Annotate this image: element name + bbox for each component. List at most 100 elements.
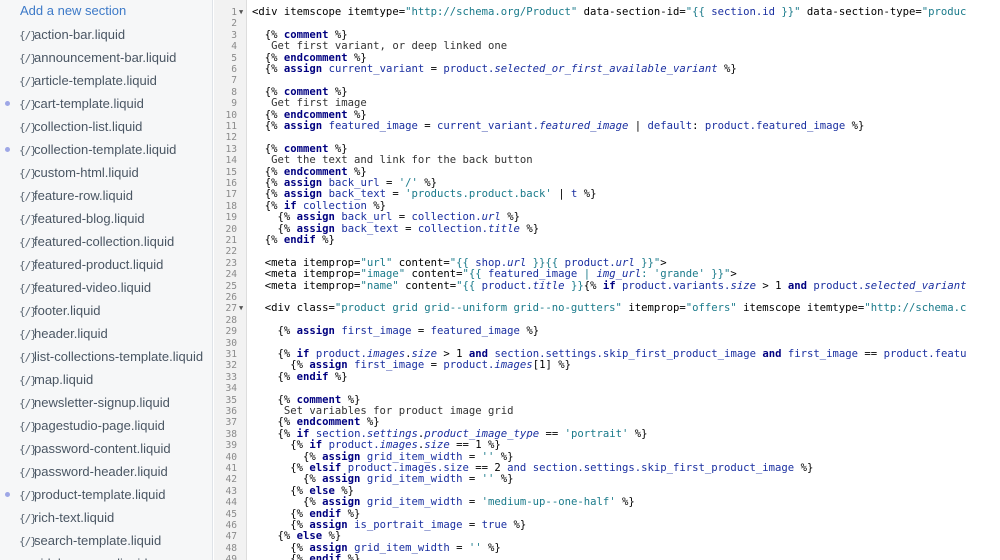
section-file-label: article-template.liquid xyxy=(34,73,157,88)
code-token: {% xyxy=(252,222,297,235)
fold-toggle-icon[interactable]: ▼ xyxy=(239,303,247,314)
fold-toggle-icon[interactable]: ▼ xyxy=(239,7,247,18)
line-number: 12 xyxy=(225,132,237,144)
code-token: : 'grande' }}" xyxy=(641,268,731,281)
code-token: '' xyxy=(468,541,482,554)
code-token: comment xyxy=(283,85,329,98)
code-token: {% xyxy=(252,211,297,224)
liquid-file-icon: {/} xyxy=(19,144,37,157)
line-number: 41 xyxy=(225,463,237,474)
code-token: %} xyxy=(328,85,348,98)
section-file-item[interactable]: {/}article-template.liquid xyxy=(0,69,212,92)
code-token: {% xyxy=(252,199,284,212)
section-file-item[interactable]: {/}cart-template.liquid xyxy=(0,92,212,115)
code-token: [1] %} xyxy=(532,359,571,372)
code-token: %} xyxy=(334,484,355,497)
add-new-section-link[interactable]: Add a new section xyxy=(0,0,212,23)
liquid-file-icon: {/} xyxy=(19,236,37,249)
line-number: 4 xyxy=(231,41,237,53)
code-token: %} xyxy=(366,199,386,212)
code-token: = xyxy=(424,359,444,372)
code-token: size xyxy=(730,279,756,292)
section-file-item[interactable]: {/}collection-list.liquid xyxy=(0,115,212,138)
code-token: | xyxy=(551,188,571,201)
code-token: {% xyxy=(252,234,284,246)
section-file-item[interactable]: {/}featured-blog.liquid xyxy=(0,207,212,230)
code-token: {% xyxy=(252,63,284,75)
code-token: section.id xyxy=(711,6,776,18)
section-file-item[interactable]: {/}featured-product.liquid xyxy=(0,253,212,276)
section-file-item[interactable]: {/}password-header.liquid xyxy=(0,460,212,483)
liquid-file-icon: {/} xyxy=(19,282,37,295)
code-token: default xyxy=(647,120,693,132)
code-token: itemprop= xyxy=(621,302,686,315)
section-file-item[interactable]: {/}password-content.liquid xyxy=(0,437,212,460)
code-token: = xyxy=(385,188,406,201)
code-token: '/' xyxy=(398,177,418,189)
code-token: featured_image xyxy=(430,325,520,338)
section-file-item[interactable]: {/}announcement-bar.liquid xyxy=(0,46,212,69)
section-file-item[interactable]: {/}list-collections-template.liquid xyxy=(0,345,212,368)
section-file-item[interactable]: {/}header.liquid xyxy=(0,322,212,345)
section-file-label: sidebar-menu.liquid xyxy=(34,556,147,560)
code-token: url xyxy=(507,256,527,269)
section-file-item[interactable]: {/}map.liquid xyxy=(0,368,212,391)
section-file-label: featured-product.liquid xyxy=(34,257,164,272)
section-file-item[interactable]: {/}sidebar-menu.liquid xyxy=(0,552,212,560)
section-file-label: feature-row.liquid xyxy=(34,188,133,203)
section-file-item[interactable]: {/}collection-template.liquid xyxy=(0,138,212,161)
code-token: assign xyxy=(309,359,348,372)
line-number: 23 xyxy=(225,257,237,269)
liquid-file-icon: {/} xyxy=(19,29,37,42)
code-token: {% xyxy=(583,279,603,292)
code-token: assign xyxy=(322,473,361,486)
liquid-file-icon: {/} xyxy=(19,397,37,410)
code-token: "{{ xyxy=(462,268,489,281)
code-token: endif xyxy=(309,553,342,560)
section-file-item[interactable]: {/}rich-text.liquid xyxy=(0,506,212,529)
line-number: 29 xyxy=(225,326,237,338)
code-token: featured_image xyxy=(539,120,629,132)
section-file-item[interactable]: {/}feature-row.liquid xyxy=(0,184,212,207)
code-token: endcomment xyxy=(283,51,348,64)
line-number: 2 xyxy=(231,18,237,30)
line-number: 7 xyxy=(231,75,237,87)
section-file-item[interactable]: {/}newsletter-signup.liquid xyxy=(0,391,212,414)
code-token: {% xyxy=(252,541,310,554)
code-token: = xyxy=(462,473,482,486)
section-file-item[interactable]: {/}footer.liquid xyxy=(0,299,212,322)
code-token: = xyxy=(449,541,469,554)
code-token: product.featu xyxy=(883,348,967,360)
section-file-item[interactable]: {/}search-template.liquid xyxy=(0,529,212,552)
liquid-file-icon: {/} xyxy=(19,553,37,560)
code-token: %} xyxy=(507,519,527,531)
section-file-item[interactable]: {/}action-bar.liquid xyxy=(0,23,212,46)
modified-dot-icon xyxy=(5,492,10,497)
code-text: <div class="product grid grid--uniform g… xyxy=(252,302,967,315)
section-file-item[interactable]: {/}pagestudio-page.liquid xyxy=(0,414,212,437)
section-file-item[interactable]: {/}featured-video.liquid xyxy=(0,276,212,299)
code-token: settings xyxy=(366,427,418,440)
code-token: %} xyxy=(341,507,361,520)
code-token: comment xyxy=(283,28,329,41)
section-file-label: newsletter-signup.liquid xyxy=(34,395,170,410)
section-file-label: footer.liquid xyxy=(34,303,101,318)
code-token: 'medium-up--one-half' xyxy=(481,496,616,509)
line-number: 44 xyxy=(225,497,237,509)
code-token: %} xyxy=(360,416,380,429)
code-token: if xyxy=(309,439,323,452)
section-file-item[interactable]: {/}featured-collection.liquid xyxy=(0,230,212,253)
line-number: 16 xyxy=(225,178,237,189)
code-token: assign xyxy=(322,496,361,509)
code-token: "product grid grid--uniform grid--no-gut… xyxy=(334,302,622,315)
code-editor[interactable]: 1 ▼ <div itemscope itemtype="http://schema… xyxy=(214,0,1000,560)
line-number: 34 xyxy=(225,383,237,395)
code-token: title xyxy=(532,279,565,292)
section-file-item[interactable]: {/}custom-html.liquid xyxy=(0,161,212,184)
code-token: featured_image xyxy=(488,268,578,281)
code-token: "http://schema.c xyxy=(864,302,967,315)
line-number: 9 xyxy=(231,98,237,110)
section-file-item[interactable]: {/}product-template.liquid xyxy=(0,483,212,506)
line-number: 21 xyxy=(225,235,237,246)
code-token: %} xyxy=(577,188,597,201)
